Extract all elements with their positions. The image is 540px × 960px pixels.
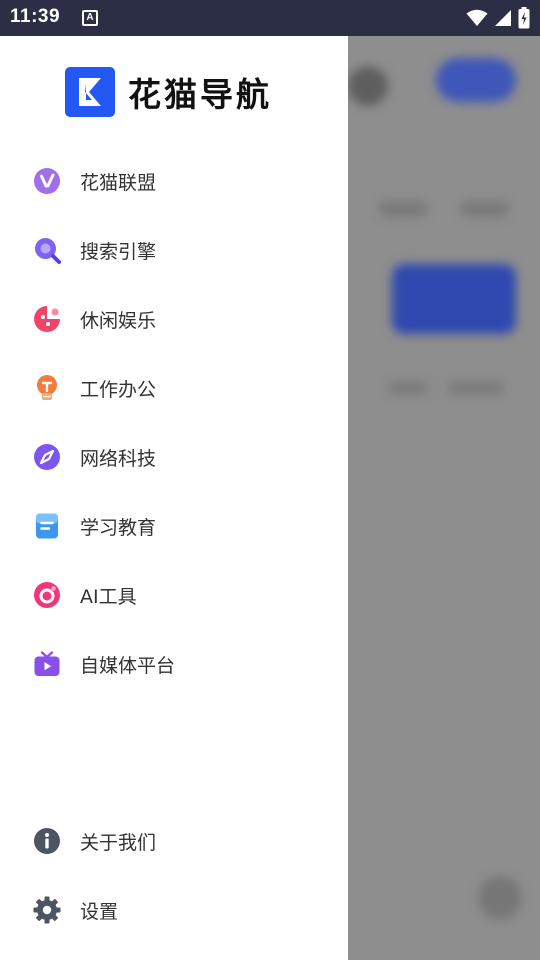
info-icon — [34, 828, 60, 854]
v-badge-icon — [34, 168, 60, 194]
status-time: 11:39 — [10, 6, 61, 27]
tv-play-icon — [34, 651, 60, 676]
navigation-drawer: 花猫导航 花猫联盟 搜索引擎 休闲娱乐 工作办公 网络科技 学习教育 AI工具 … — [0, 36, 348, 960]
background-blur — [436, 58, 516, 102]
menu-item-work-office[interactable]: 工作办公 — [0, 363, 348, 413]
k-logo-icon — [65, 67, 115, 117]
compass-icon — [34, 444, 60, 470]
background-blur — [388, 381, 428, 395]
document-icon — [36, 513, 58, 539]
menu-item-label: 网络科技 — [80, 448, 157, 470]
menu-item-label: 搜索引擎 — [80, 241, 157, 263]
background-blur — [348, 66, 388, 106]
menu-item-label: 设置 — [80, 901, 119, 923]
menu-item-self-media[interactable]: 自媒体平台 — [0, 639, 348, 689]
background-page-scrim[interactable] — [348, 36, 540, 960]
menu-item-about-us[interactable]: 关于我们 — [0, 816, 348, 866]
search-icon — [35, 238, 61, 264]
background-blur — [478, 876, 522, 920]
menu-item-settings[interactable]: 设置 — [0, 885, 348, 935]
menu-item-label: 学习教育 — [80, 517, 157, 539]
background-blur — [378, 201, 428, 217]
menu-item-education[interactable]: 学习教育 — [0, 501, 348, 551]
menu-item-label: 自媒体平台 — [80, 655, 176, 677]
menu-item-label: 关于我们 — [80, 832, 157, 854]
menu-item-tech[interactable]: 网络科技 — [0, 432, 348, 482]
lightbulb-icon — [37, 375, 57, 400]
brand-header: 花猫导航 — [65, 67, 272, 117]
game-icon — [34, 306, 60, 332]
background-blur — [460, 201, 510, 217]
gear-icon — [33, 896, 61, 924]
cell-signal-icon — [495, 10, 511, 26]
menu-item-label: 休闲娱乐 — [80, 310, 157, 332]
background-blur — [448, 381, 504, 395]
notification-icon: A — [82, 10, 98, 26]
status-bar: 11:39 A — [0, 0, 540, 36]
menu-item-label: 花猫联盟 — [80, 172, 157, 194]
menu-item-leisure[interactable]: 休闲娱乐 — [0, 294, 348, 344]
battery-icon — [518, 7, 530, 29]
menu-item-ai-tools[interactable]: AI工具 — [0, 570, 348, 620]
status-icons — [466, 7, 530, 29]
app-title: 花猫导航 — [128, 75, 272, 114]
menu-item-huamao-alliance[interactable]: 花猫联盟 — [0, 156, 348, 206]
menu-item-label: 工作办公 — [80, 379, 157, 401]
ring-icon — [34, 582, 60, 608]
menu-item-label: AI工具 — [80, 586, 137, 608]
menu-item-search-engines[interactable]: 搜索引擎 — [0, 225, 348, 275]
wifi-icon — [466, 9, 488, 26]
background-blur — [392, 264, 516, 334]
